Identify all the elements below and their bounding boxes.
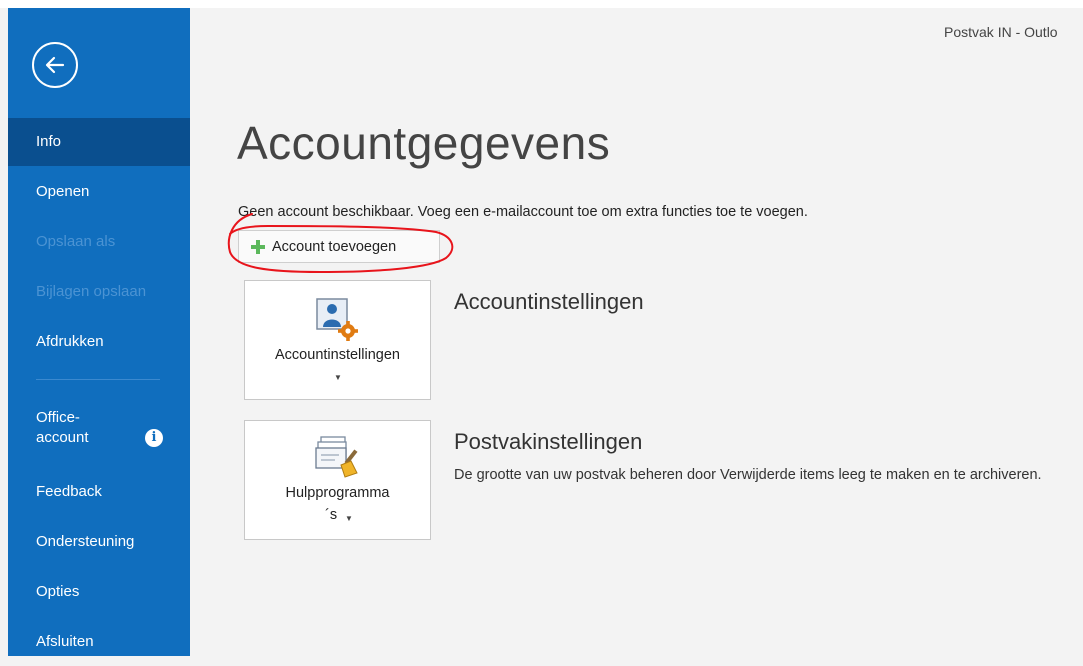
sidebar-item-afdrukken[interactable]: Afdrukken — [8, 318, 190, 366]
chevron-down-icon: ▼ — [334, 373, 342, 382]
add-account-label: Account toevoegen — [272, 238, 397, 255]
page-title: Accountgegevens — [237, 117, 611, 169]
sidebar-item-info[interactable]: Info — [8, 118, 190, 166]
sidebar-item-opslaan-als: Opslaan als — [36, 233, 116, 250]
no-account-message: Geen account beschikbaar. Voeg een e-mai… — [238, 204, 808, 220]
account-settings-heading: Accountinstellingen — [454, 289, 644, 314]
office-account-line1: Office- — [36, 409, 80, 426]
sidebar-item-openen[interactable]: Openen — [8, 168, 190, 216]
mailbox-tools-tile[interactable]: Hulpprogramma ´s ▼ — [244, 420, 431, 540]
sidebar-item-ondersteuning[interactable]: Ondersteuning — [8, 518, 190, 566]
account-settings-tile-label: Accountinstellingen — [275, 347, 400, 363]
info-icon: i — [145, 429, 163, 447]
back-arrow-icon — [45, 56, 65, 74]
sidebar-item-bijlagen-opslaan: Bijlagen opslaan — [36, 283, 147, 300]
mailbox-tools-tile-label-line1: Hulpprogramma — [285, 485, 390, 501]
window-top-strip — [0, 0, 1083, 8]
add-account-button[interactable]: Account toevoegen — [238, 230, 440, 263]
mailbox-settings-description: De grootte van uw postvak beheren door V… — [454, 467, 1042, 483]
sidebar-divider — [36, 379, 160, 380]
account-settings-tile[interactable]: Accountinstellingen ▼ — [244, 280, 431, 400]
mailbox-tools-tile-label-line2: ´s — [325, 507, 338, 523]
sidebar-item-afsluiten[interactable]: Afsluiten — [8, 618, 190, 666]
back-button[interactable] — [32, 42, 78, 88]
backstage-sidebar: Info Openen Opslaan als Bijlagen opslaan… — [8, 8, 190, 656]
sidebar-item-feedback[interactable]: Feedback — [8, 468, 190, 516]
office-account-line2: account — [36, 429, 89, 446]
window-title: Postvak IN - Outlo — [944, 24, 1058, 40]
mailbox-cleanup-icon — [315, 435, 363, 486]
chevron-down-icon: ▼ — [345, 514, 353, 523]
mailbox-settings-heading: Postvakinstellingen — [454, 429, 643, 454]
sidebar-item-opties[interactable]: Opties — [8, 568, 190, 616]
plus-icon — [250, 239, 266, 255]
account-settings-icon — [315, 295, 361, 346]
sidebar-item-office-account[interactable]: Office- account — [36, 408, 89, 448]
